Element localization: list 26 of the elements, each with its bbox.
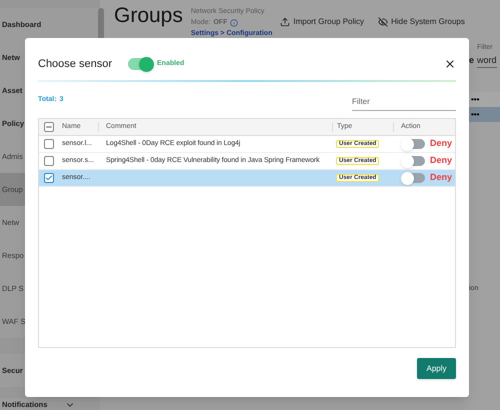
label-fragment: e (469, 54, 474, 66)
checkbox[interactable] (44, 139, 54, 149)
row-menu[interactable]: ••• (469, 92, 500, 107)
dialog-title: Choose sensor (38, 56, 112, 72)
info-icon[interactable] (230, 18, 238, 26)
toolbar-button[interactable]: Import Group Policy (280, 16, 364, 28)
apply-button[interactable]: Apply (417, 358, 456, 379)
page-title: Groups (114, 3, 183, 29)
checkbox[interactable] (44, 156, 54, 166)
checkbox[interactable] (44, 122, 54, 132)
toggle-switch[interactable] (403, 156, 425, 166)
close-icon[interactable] (444, 58, 456, 70)
action-label: Deny (430, 154, 452, 168)
filter-field[interactable]: word (477, 54, 497, 68)
toggle-switch[interactable] (403, 173, 425, 183)
checkbox[interactable] (44, 173, 54, 183)
eye-off-icon (378, 17, 388, 27)
toggle-switch[interactable] (128, 58, 152, 70)
toggle-switch[interactable] (403, 139, 425, 149)
action-label: Deny (430, 171, 452, 184)
filter-field[interactable]: Filter (352, 93, 456, 111)
row-menu[interactable]: ••• (469, 107, 500, 122)
upload-icon (280, 17, 290, 27)
toolbar-button[interactable]: Hide System Groups (378, 16, 465, 28)
action-label: Deny (430, 137, 452, 150)
check-icon (45, 174, 53, 182)
